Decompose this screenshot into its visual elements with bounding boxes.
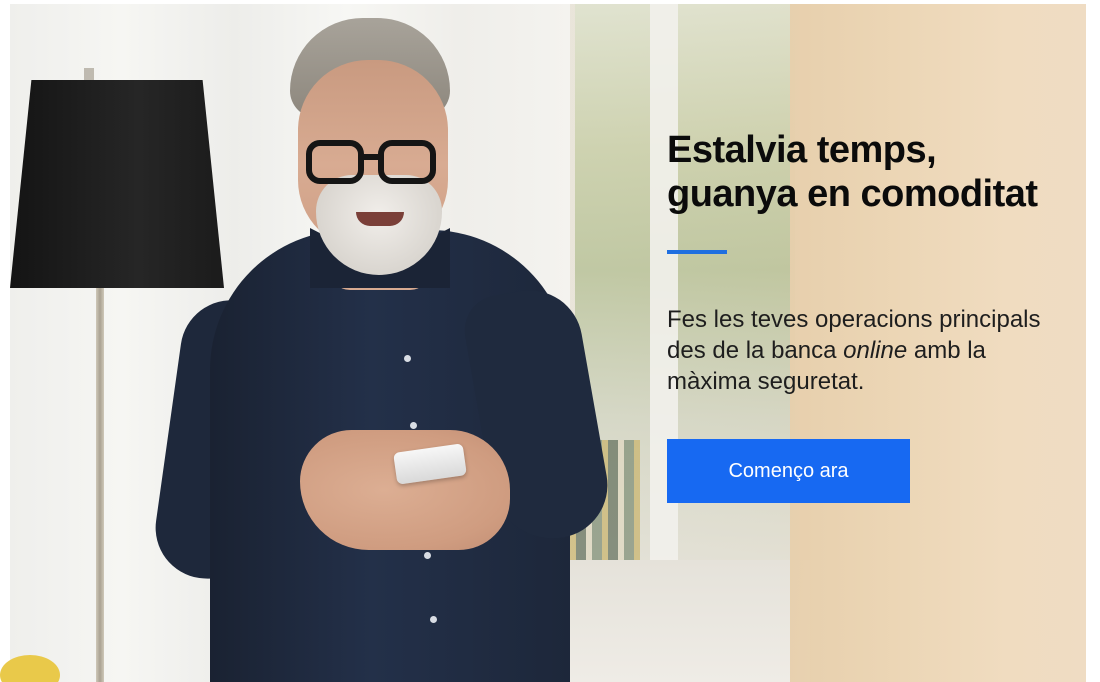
shirt-button <box>430 616 437 623</box>
banner-description: Fes les teves operacions principals des … <box>667 304 1047 397</box>
accent-divider <box>667 250 727 254</box>
promo-banner: Estalvia temps, guanya en comoditat Fes … <box>0 0 1100 682</box>
banner-content: Estalvia temps, guanya en comoditat Fes … <box>667 128 1087 503</box>
shirt-button <box>424 552 431 559</box>
shirt-button <box>404 355 411 362</box>
glasses-lens-right <box>378 140 436 184</box>
person-hands <box>300 430 510 550</box>
description-emphasis: online <box>843 337 908 364</box>
glasses-lens-left <box>306 140 364 184</box>
banner-headline: Estalvia temps, guanya en comoditat <box>667 128 1087 216</box>
headline-line-2: guanya en comoditat <box>667 173 1038 215</box>
glasses-icon <box>306 140 442 200</box>
headline-line-1: Estalvia temps, <box>667 129 937 171</box>
start-now-button[interactable]: Començo ara <box>667 439 910 503</box>
shirt-button <box>410 422 417 429</box>
person-smile <box>356 212 404 226</box>
